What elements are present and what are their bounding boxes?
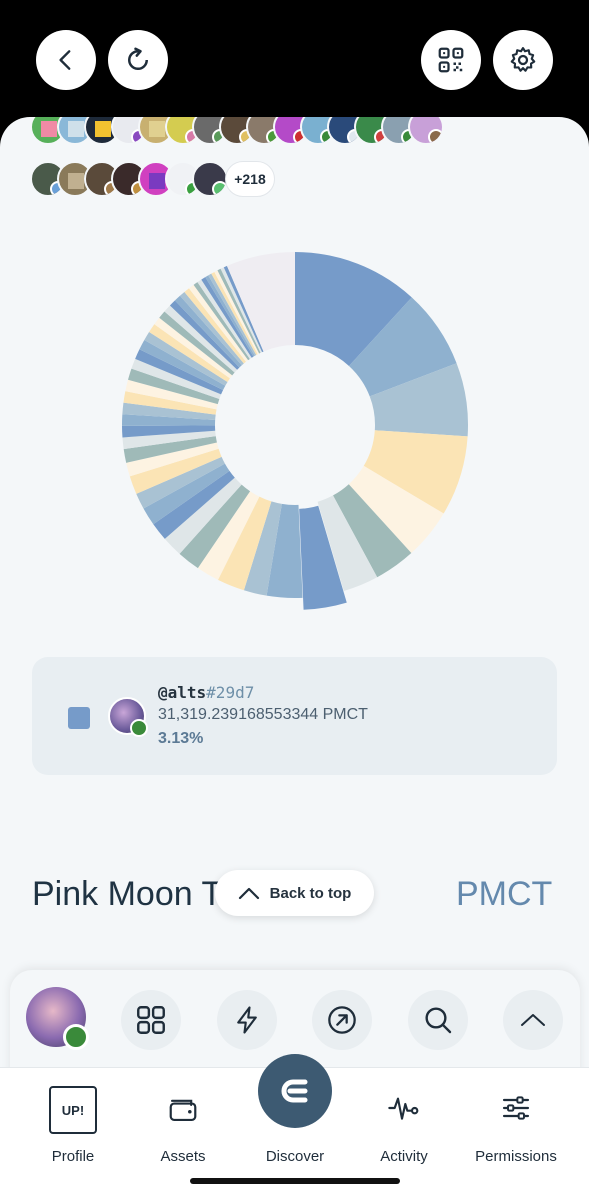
settings-button[interactable] <box>493 30 553 90</box>
tab-discover-label: Discover <box>265 1148 325 1165</box>
chevron-up-icon <box>238 887 259 900</box>
holder-percent: 3.13% <box>158 730 204 747</box>
chevron-up-icon <box>521 1014 545 1026</box>
sliders-icon <box>502 1096 530 1120</box>
arrow-up-right-circle-icon <box>328 1006 356 1034</box>
holder-amount: 31,319.239168553344 PMCT <box>158 706 368 723</box>
lightning-icon <box>237 1006 257 1034</box>
holders-donut-chart[interactable] <box>85 245 505 625</box>
chevron-left-icon <box>59 50 71 70</box>
selected-holder-card[interactable]: @alts#29d7 31,319.239168553344 PMCT 3.13… <box>32 657 557 775</box>
qr-button[interactable] <box>421 30 481 90</box>
tab-profile[interactable]: UP! Profile <box>24 1068 122 1200</box>
back-to-top-label: Back to top <box>269 884 352 902</box>
up-profile-icon: UP! <box>49 1086 97 1134</box>
my-profile-avatar[interactable] <box>26 987 89 1050</box>
holder-avatar[interactable] <box>192 161 228 197</box>
actions-button[interactable] <box>217 990 277 1050</box>
apps-button[interactable] <box>121 990 181 1050</box>
tab-assets-label: Assets <box>160 1148 206 1165</box>
refresh-button[interactable] <box>108 30 168 90</box>
holder-color-swatch <box>68 707 90 729</box>
holder-avatar <box>108 697 148 737</box>
token-symbol: PMCT <box>456 875 553 913</box>
token-card: +218 @alts#29d7 31,319.239168553344 PMCT… <box>0 117 589 1200</box>
holders-avatars-row-1 <box>30 117 444 145</box>
refresh-icon <box>128 47 149 71</box>
tab-activity-label: Activity <box>380 1148 428 1165</box>
expand-toolbar-button[interactable] <box>503 990 563 1050</box>
holder-badge <box>130 719 148 737</box>
qr-code-icon <box>438 47 464 73</box>
holders-avatars-row-2: +218 <box>30 161 275 197</box>
search-button[interactable] <box>408 990 468 1050</box>
gear-icon <box>510 47 536 72</box>
holder-username: @alts <box>158 683 207 702</box>
activity-icon <box>388 1097 419 1120</box>
open-link-button[interactable] <box>312 990 372 1050</box>
back-button[interactable] <box>36 30 96 90</box>
discover-logo-icon <box>281 1079 308 1103</box>
holders-more-count[interactable]: +218 <box>225 161 275 197</box>
holder-hash: #29d7 <box>206 683 255 702</box>
top-bar <box>0 0 589 120</box>
search-icon <box>425 1007 452 1034</box>
wallet-icon <box>169 1099 197 1121</box>
back-to-top-button[interactable]: Back to top <box>215 870 374 916</box>
tab-permissions-label: Permissions <box>475 1148 557 1165</box>
tab-permissions[interactable]: Permissions <box>466 1068 566 1200</box>
tab-profile-label: Profile <box>51 1148 95 1165</box>
home-indicator <box>190 1178 400 1184</box>
discover-button <box>258 1054 332 1128</box>
grid-icon <box>137 1006 165 1034</box>
holder-name[interactable]: @alts#29d7 <box>158 683 254 702</box>
profile-badge <box>63 1024 89 1050</box>
